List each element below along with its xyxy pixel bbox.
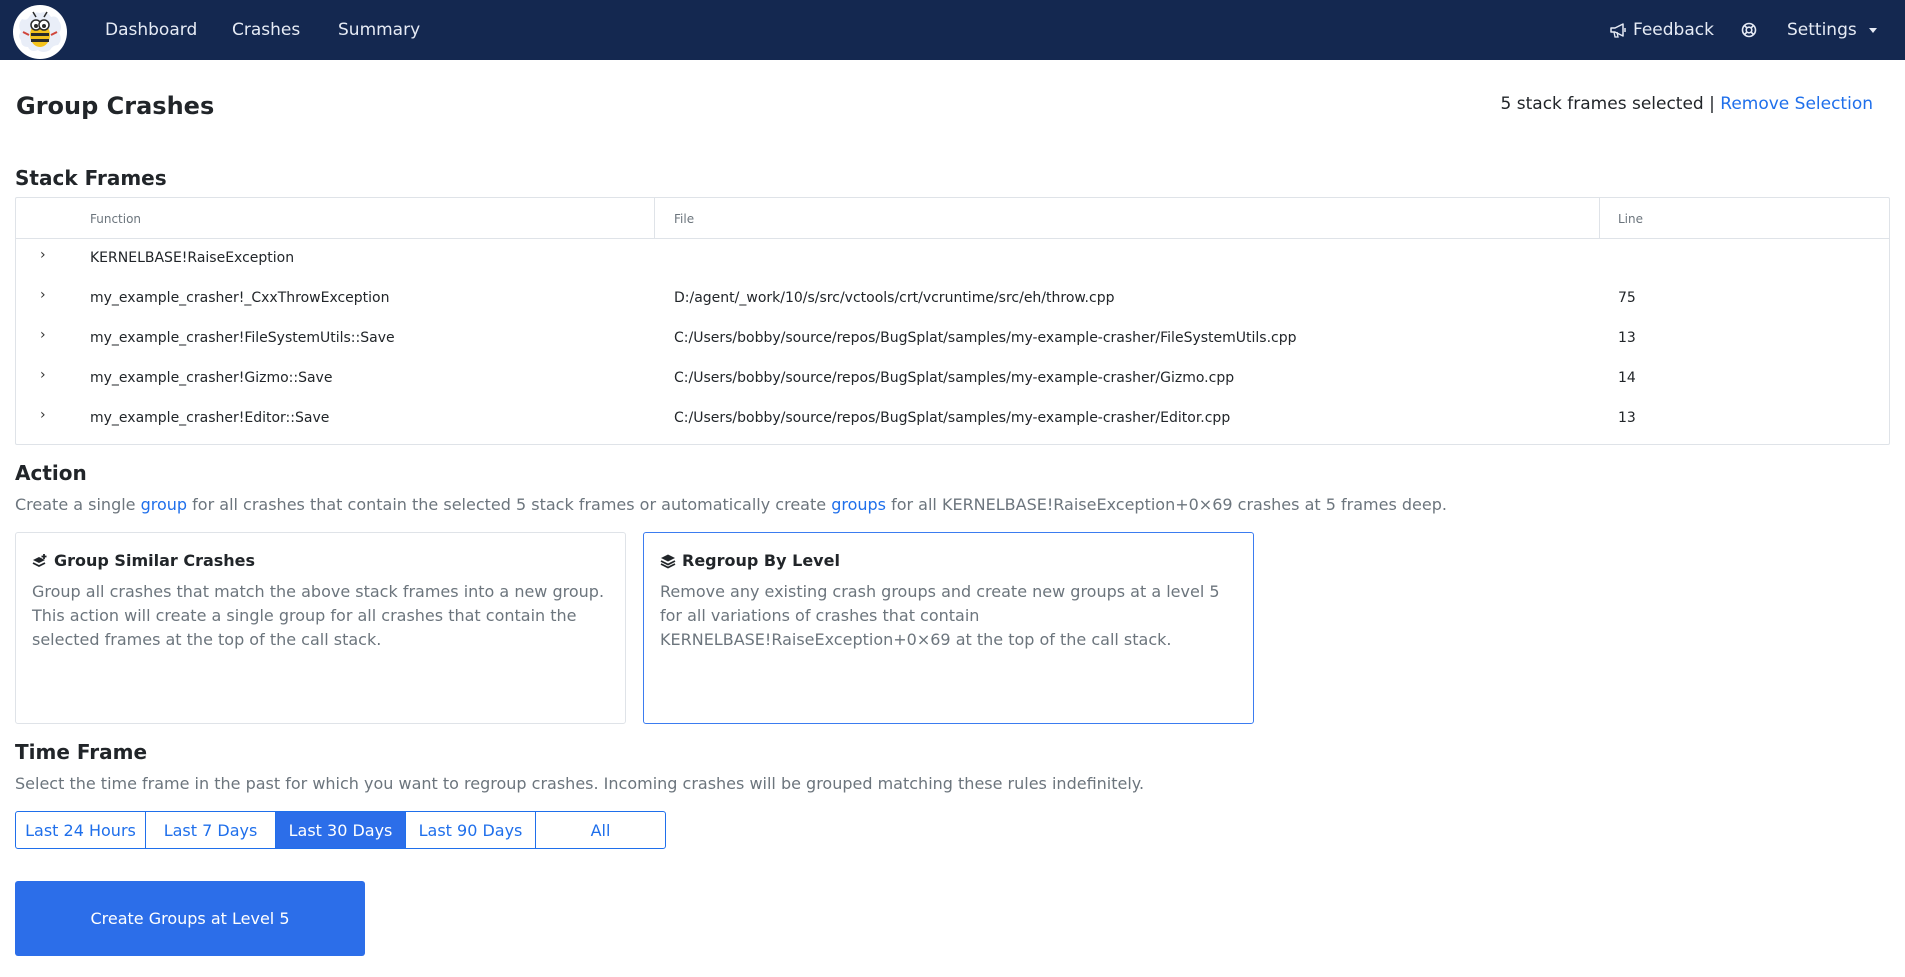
table-row[interactable]: › KERNELBASE!RaiseException: [16, 238, 1889, 278]
time-frame-title: Time Frame: [15, 740, 148, 764]
file-cell: D:/agent/_work/10/s/src/vctools/crt/vcru…: [674, 290, 1115, 306]
column-header-file[interactable]: File: [674, 198, 694, 238]
stack-frames-table: Function File Line › KERNELBASE!RaiseExc…: [15, 197, 1890, 445]
nav-summary[interactable]: Summary: [338, 20, 420, 40]
top-navbar: Dashboard Crashes Summary Feedback Setti…: [0, 0, 1905, 60]
function-cell: my_example_crasher!_CxxThrowException: [90, 290, 390, 306]
function-cell: my_example_crasher!Gizmo::Save: [90, 370, 333, 386]
table-row[interactable]: › my_example_crasher!_CxxThrowException …: [16, 278, 1889, 318]
column-divider: [654, 198, 655, 238]
feedback-link[interactable]: Feedback: [1610, 20, 1714, 40]
lifebuoy-icon: [1741, 22, 1757, 38]
table-row[interactable]: › my_example_crasher!FileSystemUtils::Sa…: [16, 318, 1889, 358]
card-title-text: Group Similar Crashes: [54, 551, 256, 570]
megaphone-icon: [1610, 22, 1626, 38]
action-desc-text: for all crashes that contain the selecte…: [192, 495, 827, 514]
time-frame-last-24-hours[interactable]: Last 24 Hours: [15, 811, 146, 849]
regroup-by-level-card[interactable]: Regroup By Level Remove any existing cra…: [643, 532, 1254, 724]
line-cell: 14: [1618, 370, 1636, 386]
line-cell: 75: [1618, 290, 1636, 306]
time-frame-last-30-days[interactable]: Last 30 Days: [275, 811, 406, 849]
layer-plus-icon: [32, 553, 47, 567]
stack-frames-title: Stack Frames: [15, 166, 167, 190]
function-cell: my_example_crasher!FileSystemUtils::Save: [90, 330, 395, 346]
page-title: Group Crashes: [16, 92, 215, 120]
groups-link[interactable]: groups: [831, 495, 886, 514]
chevron-right-icon[interactable]: ›: [40, 367, 46, 383]
action-desc-text: for all KERNELBASE!RaiseException+0×69 c…: [891, 495, 1447, 514]
caret-down-icon: [1868, 27, 1877, 33]
column-header-line[interactable]: Line: [1618, 198, 1643, 238]
nav-dashboard[interactable]: Dashboard: [105, 20, 197, 40]
group-link[interactable]: group: [141, 495, 187, 514]
time-frame-description: Select the time frame in the past for wh…: [15, 774, 1145, 793]
function-cell: KERNELBASE!RaiseException: [90, 250, 295, 266]
chevron-right-icon[interactable]: ›: [40, 247, 46, 263]
remove-selection-link[interactable]: Remove Selection: [1720, 94, 1873, 114]
create-groups-button[interactable]: Create Groups at Level 5: [15, 881, 365, 956]
file-cell: C:/Users/bobby/source/repos/BugSplat/sam…: [674, 330, 1297, 346]
settings-label: Settings: [1787, 20, 1857, 40]
file-cell: C:/Users/bobby/source/repos/BugSplat/sam…: [674, 410, 1231, 426]
time-frame-last-7-days[interactable]: Last 7 Days: [145, 811, 276, 849]
card-title-text: Regroup By Level: [682, 551, 840, 570]
chevron-right-icon[interactable]: ›: [40, 327, 46, 343]
group-similar-crashes-card[interactable]: Group Similar Crashes Group all crashes …: [15, 532, 626, 724]
settings-dropdown[interactable]: Settings: [1787, 20, 1877, 40]
file-cell: C:/Users/bobby/source/repos/BugSplat/sam…: [674, 370, 1235, 386]
layers-icon: [660, 554, 676, 569]
card-description: Group all crashes that match the above s…: [32, 582, 605, 649]
time-frame-all[interactable]: All: [535, 811, 666, 849]
selection-count-text: 5 stack frames selected |: [1500, 94, 1715, 114]
chevron-right-icon[interactable]: ›: [40, 407, 46, 423]
action-description: Create a single group for all crashes th…: [15, 495, 1447, 514]
action-title: Action: [15, 461, 87, 485]
line-cell: 13: [1618, 410, 1636, 426]
column-divider: [1599, 198, 1600, 238]
line-cell: 13: [1618, 330, 1636, 346]
column-header-function[interactable]: Function: [90, 198, 141, 238]
help-button[interactable]: [1741, 22, 1757, 38]
time-frame-last-90-days[interactable]: Last 90 Days: [405, 811, 536, 849]
action-desc-text: Create a single: [15, 495, 136, 514]
time-frame-button-group: Last 24 Hours Last 7 Days Last 30 Days L…: [15, 811, 666, 849]
table-row[interactable]: › my_example_crasher!Editor::Save C:/Use…: [16, 398, 1889, 438]
selection-status: 5 stack frames selected | Remove Selecti…: [1501, 94, 1873, 114]
table-row[interactable]: › my_example_crasher!Gizmo::Save C:/User…: [16, 358, 1889, 398]
card-description: Remove any existing crash groups and cre…: [660, 582, 1220, 649]
nav-crashes[interactable]: Crashes: [232, 20, 300, 40]
bugsplat-logo-icon[interactable]: [13, 5, 67, 59]
feedback-label: Feedback: [1633, 20, 1714, 40]
card-title: Group Similar Crashes: [32, 551, 609, 570]
chevron-right-icon[interactable]: ›: [40, 287, 46, 303]
function-cell: my_example_crasher!Editor::Save: [90, 410, 330, 426]
card-title: Regroup By Level: [660, 551, 1237, 570]
